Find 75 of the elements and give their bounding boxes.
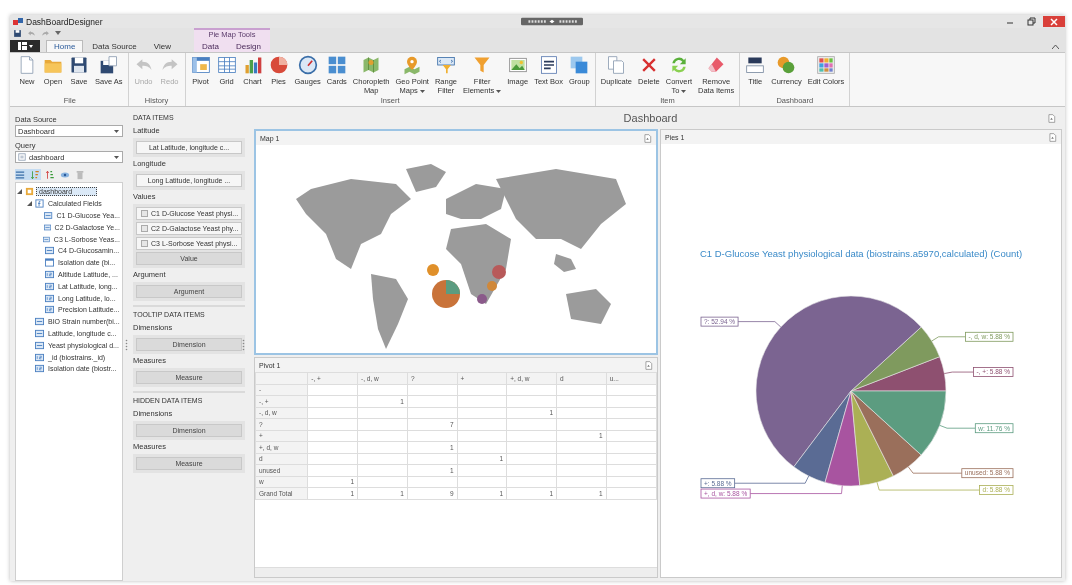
table-icon bbox=[190, 55, 211, 75]
sort-icon bbox=[30, 169, 40, 180]
map-icon bbox=[361, 55, 382, 75]
ribbon-tab[interactable]: Design bbox=[227, 40, 269, 52]
trash-icon bbox=[75, 169, 85, 180]
square-icon bbox=[141, 210, 148, 217]
scrollbar[interactable] bbox=[255, 567, 657, 577]
number-field-icon bbox=[45, 269, 54, 279]
undo-icon bbox=[27, 29, 36, 38]
ribbon-tab[interactable]: Home bbox=[46, 40, 84, 52]
export-icon bbox=[1048, 132, 1057, 142]
number-field-icon bbox=[45, 281, 54, 291]
heading-icon bbox=[745, 55, 766, 75]
window-title: DashBoardDesigner bbox=[26, 16, 103, 27]
redo-icon bbox=[41, 29, 50, 38]
floppy-icon bbox=[98, 55, 119, 75]
leader-line bbox=[939, 424, 976, 429]
chart-title: C1 D-Glucose Yeast physiological data (biostrains.a5970,calculated) (Count) bbox=[698, 248, 1024, 259]
calendar-icon bbox=[45, 258, 54, 268]
ribbon-tab[interactable]: View bbox=[145, 40, 179, 52]
image-icon bbox=[507, 55, 528, 75]
text-box-icon bbox=[538, 55, 559, 75]
pie-icon bbox=[268, 55, 289, 75]
coins-icon bbox=[776, 55, 797, 75]
database-icon bbox=[25, 187, 34, 197]
square-icon bbox=[141, 225, 148, 232]
text-field-icon bbox=[35, 328, 44, 338]
text-field-icon bbox=[35, 317, 44, 327]
close-button[interactable] bbox=[1043, 16, 1065, 27]
save-icon bbox=[13, 29, 22, 38]
square-icon bbox=[141, 240, 148, 247]
gauge-icon bbox=[297, 55, 318, 75]
close-icon bbox=[1049, 16, 1059, 27]
sort-icon bbox=[45, 169, 55, 180]
grip-icon bbox=[125, 339, 128, 351]
caret-icon bbox=[114, 129, 119, 133]
layout-icon bbox=[17, 42, 27, 50]
dashboard-title: Dashboard bbox=[622, 112, 679, 124]
restore-icon bbox=[1026, 16, 1036, 27]
ribbon-tab[interactable]: Data bbox=[194, 40, 227, 52]
list-icon bbox=[15, 169, 25, 180]
ribbon-tab[interactable]: Data Source bbox=[84, 40, 145, 52]
text-field-icon bbox=[45, 246, 54, 256]
chevron-icon bbox=[1052, 44, 1059, 49]
number-field-icon bbox=[35, 352, 44, 362]
copy-icon bbox=[606, 55, 627, 75]
export-icon bbox=[1047, 113, 1056, 123]
leader-line bbox=[931, 336, 966, 342]
text-field-icon bbox=[44, 211, 53, 220]
text-field-icon bbox=[43, 222, 51, 232]
leader-line bbox=[737, 321, 782, 328]
function-icon bbox=[35, 199, 44, 209]
grid-icon bbox=[216, 55, 237, 75]
floppy-icon bbox=[69, 55, 89, 75]
cards-icon bbox=[326, 55, 347, 75]
palette-icon bbox=[816, 55, 837, 75]
export-icon bbox=[644, 360, 653, 370]
leader-line bbox=[944, 371, 974, 374]
range-filter-icon bbox=[435, 55, 456, 75]
map-pin-icon bbox=[402, 55, 423, 75]
text-field-icon bbox=[35, 340, 44, 350]
stack-icon bbox=[569, 55, 590, 75]
text-field-icon bbox=[43, 234, 50, 244]
number-field-icon bbox=[35, 364, 44, 374]
app-menu-button[interactable] bbox=[10, 40, 40, 52]
caret-icon bbox=[114, 155, 119, 159]
caret-icon bbox=[28, 44, 33, 48]
number-field-icon bbox=[45, 305, 54, 315]
number-field-icon bbox=[45, 293, 54, 303]
grip-icon bbox=[242, 339, 245, 351]
app-logo-icon bbox=[13, 17, 23, 26]
leader-line bbox=[907, 466, 963, 474]
export-icon bbox=[643, 133, 652, 143]
caret-icon bbox=[55, 31, 61, 36]
document-icon bbox=[18, 153, 26, 161]
